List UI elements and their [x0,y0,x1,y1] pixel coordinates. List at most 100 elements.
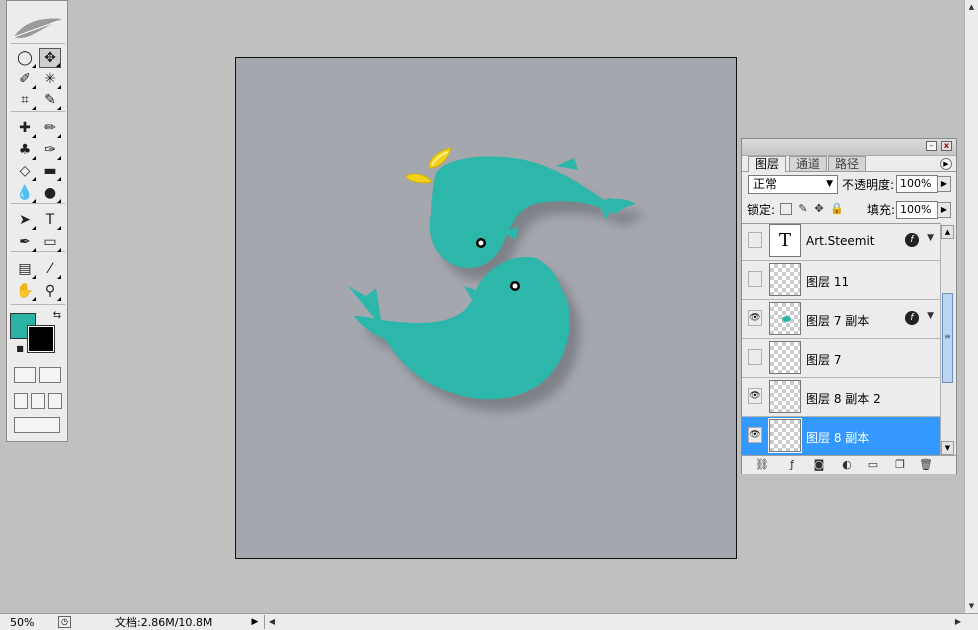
toolbox-divider [11,203,65,204]
eye-icon[interactable]: 👁 [748,427,762,443]
quick-mask-icon[interactable] [39,367,61,383]
layer-effects-icon[interactable]: f [905,233,919,247]
zoom-field[interactable]: 50% [5,615,53,630]
layer-name: 图层 8 副本 2 [806,392,881,406]
type-tool-icon[interactable]: T [39,210,61,230]
toolbox-divider [11,304,65,305]
polygonal-lasso-icon[interactable]: ✐ [14,69,36,89]
lock-all-icon[interactable]: 🔒 [830,203,844,215]
eye-icon[interactable]: 👁 [748,388,762,404]
toolbox-divider [11,111,65,112]
whale-artwork [348,147,646,412]
layer-list-scrollbar[interactable]: ▲ ≡ ▼ [940,223,955,455]
adjustment-icon[interactable]: ◐ [839,458,855,472]
blend-mode-select[interactable]: 正常 ▼ [748,175,838,194]
scroll-up-icon[interactable]: ▲ [965,0,978,14]
new-layer-icon[interactable]: ❐ [892,458,908,472]
layer-row[interactable]: 图层 7 [742,339,940,378]
layer-name: Art.Steemit [806,234,875,248]
slice-icon[interactable]: ✎ [39,90,61,110]
notes-icon[interactable]: ▤ [14,259,36,279]
document-canvas[interactable] [235,57,737,559]
layer-effects-icon[interactable]: f [905,311,919,325]
crop-icon[interactable]: ⌗ [14,90,36,110]
zoom-tool-icon[interactable]: ⚲ [39,281,61,301]
panel-bottom-bar: ⛓ ƒ ◙ ◐ ▭ ❐ 🗑 [742,455,956,474]
blur-icon[interactable]: 💧 [14,183,36,203]
eraser-icon[interactable]: ◇ [14,161,36,181]
gradient-icon[interactable]: ▬ [39,161,61,181]
expand-effects-icon[interactable]: ▼ [927,233,934,243]
link-icon[interactable]: ⛓ [754,458,770,472]
tab-layers[interactable]: 图层 [748,156,787,172]
eye-icon[interactable]: 👁 [748,310,762,326]
toolbox-divider [11,43,65,44]
dodge-icon[interactable]: ● [39,183,61,203]
scroll-down-icon[interactable]: ▼ [965,599,978,613]
visibility-toggle[interactable] [748,349,762,365]
screen-mode-full-icon[interactable] [48,393,62,409]
clone-stamp-icon[interactable]: ♣ [14,140,36,160]
fill-field[interactable]: 100% [896,201,938,219]
panel-menu-icon[interactable]: ▶ [940,158,952,170]
fx-icon[interactable]: ƒ [784,458,800,472]
visibility-toggle[interactable] [748,271,762,287]
layer-row[interactable]: 👁 图层 8 副本 [742,417,940,456]
jump-to-imageready-icon[interactable] [14,417,60,433]
hand-tool-icon[interactable]: ✋ [14,281,36,301]
document-info: 文档:2.86M/10.8M [115,616,213,629]
layer-name: 图层 8 副本 [806,431,870,445]
scroll-up-icon[interactable]: ▲ [941,225,954,239]
layer-thumbnail [769,302,801,335]
canvas-horizontal-scrollbar[interactable]: ◀ ▶ [264,615,965,629]
fill-arrow-icon[interactable]: ▶ [937,202,951,218]
blend-mode-value: 正常 [753,177,778,191]
path-selection-icon[interactable]: ➤ [14,210,36,230]
default-colors-icon[interactable]: ■ [15,343,25,353]
scroll-thumb[interactable]: ≡ [942,293,953,383]
healing-brush-icon[interactable]: ✚ [14,118,36,138]
background-color-swatch[interactable] [27,325,55,353]
mask-icon[interactable]: ◙ [811,458,827,472]
layer-thumbnail [768,418,802,453]
rectangle-tool-icon[interactable]: ▭ [39,232,61,252]
screen-mode-menu-icon[interactable] [31,393,45,409]
tab-channels[interactable]: 通道 [789,156,828,171]
scroll-down-icon[interactable]: ▼ [941,441,954,455]
canvas-vertical-scrollbar[interactable]: ▲ ▼ [964,0,978,613]
elliptical-marquee-icon[interactable]: ◯ [14,48,36,68]
photoshop-feather-logo [13,18,62,39]
swap-colors-icon[interactable]: ⇆ [51,309,63,321]
layer-row[interactable]: 图层 11 [742,261,940,300]
visibility-toggle[interactable] [748,232,762,248]
status-bar: 50% ◷ 文档:2.86M/10.8M ▶ ◀ ▶ [0,613,978,630]
scroll-right-icon[interactable]: ▶ [951,615,965,629]
status-menu-arrow-icon[interactable]: ▶ [248,615,262,629]
layer-row[interactable]: 👁 图层 8 副本 2 [742,378,940,417]
trash-icon[interactable]: 🗑 [918,458,934,472]
layer-row[interactable]: T Art.Steemit f ▼ [742,224,940,261]
expand-effects-icon[interactable]: ▼ [927,311,934,321]
status-preview-icon[interactable]: ◷ [58,616,71,628]
lock-brush-icon[interactable]: ✎ [797,203,809,215]
screen-mode-standard-icon[interactable] [14,393,28,409]
layer-thumbnail [769,263,801,296]
scroll-left-icon[interactable]: ◀ [265,615,279,629]
pen-tool-icon[interactable]: ✒ [14,232,36,252]
lock-transparent-icon[interactable] [780,203,792,215]
opacity-field[interactable]: 100% [896,175,938,193]
opacity-arrow-icon[interactable]: ▶ [937,176,951,192]
close-icon[interactable]: x [941,141,952,151]
tab-paths[interactable]: 路径 [828,156,867,171]
lock-move-icon[interactable]: ✥ [813,203,825,215]
history-brush-icon[interactable]: ✑ [39,140,61,160]
eyedropper-icon[interactable]: ⁄ [39,259,61,279]
group-folder-icon[interactable]: ▭ [865,458,881,472]
brush-icon[interactable]: ✏ [39,118,61,138]
move-tool-icon[interactable]: ✥ [39,48,61,68]
minimize-icon[interactable]: – [926,141,937,151]
standard-mode-icon[interactable] [14,367,36,383]
panel-titlebar[interactable]: – x [742,139,956,156]
magic-wand-icon[interactable]: ✳ [39,69,61,89]
layer-row[interactable]: 👁 图层 7 副本 f ▼ [742,300,940,339]
